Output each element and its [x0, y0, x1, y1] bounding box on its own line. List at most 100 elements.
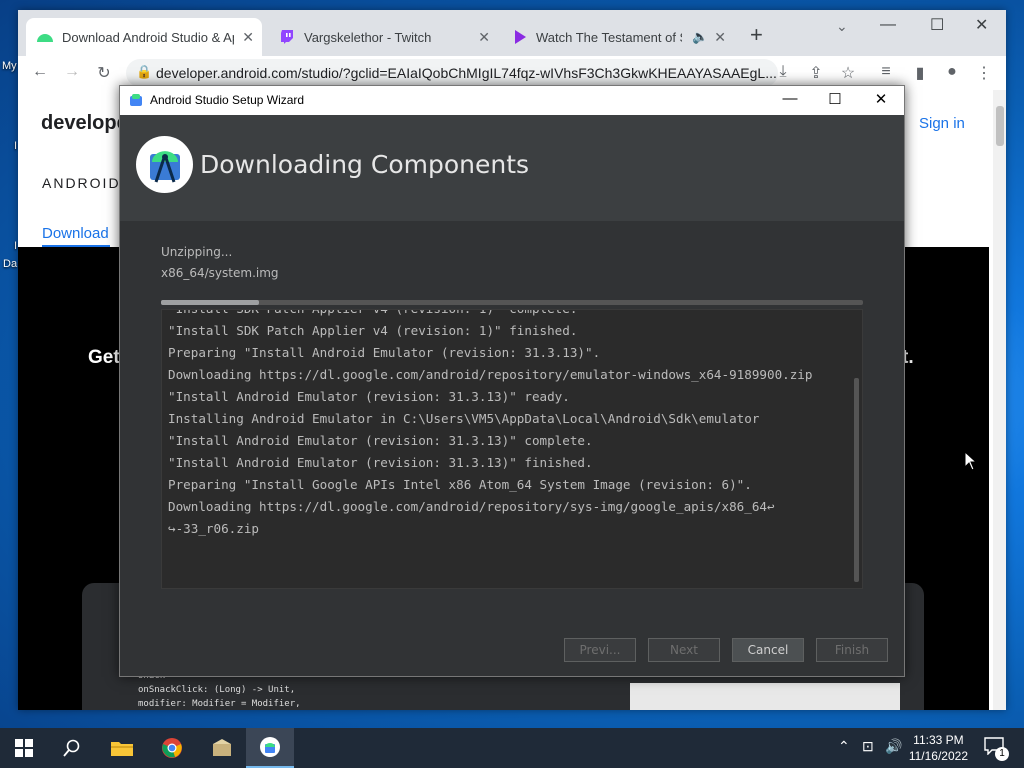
- sign-in-link[interactable]: Sign in: [919, 115, 965, 132]
- page-scrollbar[interactable]: [993, 90, 1006, 710]
- console-line: Installing Android Emulator in C:\Users\…: [168, 411, 760, 426]
- dialog-title: Android Studio Setup Wizard: [150, 93, 305, 107]
- console-line: "Install Android Emulator (revision: 31.…: [168, 433, 593, 448]
- close-icon[interactable]: ✕: [478, 29, 490, 46]
- minimize-icon[interactable]: —: [775, 90, 805, 107]
- close-icon[interactable]: ✕: [242, 29, 254, 46]
- search-icon: [63, 739, 80, 757]
- mouse-cursor-icon: [964, 451, 978, 471]
- dialog-header: Downloading Components: [120, 115, 904, 221]
- tab-strip: Download Android Studio & Ap ✕ Vargskele…: [18, 10, 1006, 56]
- clock-date: 11/16/2022: [908, 749, 968, 763]
- close-icon[interactable]: ✕: [714, 29, 726, 46]
- desktop-icon-label[interactable]: I: [14, 240, 17, 252]
- desktop-icon-label[interactable]: Da: [3, 258, 17, 270]
- download-link[interactable]: Download: [42, 225, 109, 242]
- progress-bar: [161, 300, 863, 305]
- taskbar: ⌃ ⊡ 🔊 11:33 PM 11/16/2022 1: [0, 728, 1024, 768]
- dialog-title-bar[interactable]: Android Studio Setup Wizard — ☐ ✕: [120, 86, 904, 115]
- folder-icon: [111, 742, 133, 756]
- console-line: Downloading https://dl.google.com/androi…: [168, 367, 813, 382]
- console-line: Downloading https://dl.google.com/androi…: [168, 499, 775, 514]
- console-text: "Install SDK Patch Applier v4 (revision:…: [168, 310, 813, 540]
- side-panel-icon[interactable]: ▮: [910, 63, 930, 83]
- code-snippet: onSnackClick: (Long) -> Unit,: [138, 685, 296, 695]
- site-brand[interactable]: develope: [41, 112, 128, 135]
- reload-icon[interactable]: ↻: [94, 63, 114, 83]
- chrome-button[interactable]: [148, 728, 196, 768]
- url-text: developer.android.com/studio/?gclid=EAIa…: [156, 65, 777, 81]
- next-button[interactable]: Next: [648, 638, 720, 662]
- twitch-icon: [281, 29, 293, 44]
- forward-icon[interactable]: →: [62, 63, 82, 81]
- play-icon: [515, 30, 526, 44]
- maximize-icon[interactable]: ☐: [820, 90, 850, 108]
- file-explorer-button[interactable]: [98, 728, 146, 768]
- tab-twitch[interactable]: Vargskelethor - Twitch ✕: [270, 18, 498, 56]
- chevron-up-icon[interactable]: ⌃: [838, 738, 850, 755]
- volume-icon[interactable]: 🔊: [885, 738, 902, 755]
- console-line: "Install Android Emulator (revision: 31.…: [168, 389, 570, 404]
- status-text: Unzipping...: [161, 245, 233, 259]
- chrome-icon: [162, 738, 182, 758]
- search-button[interactable]: [48, 728, 96, 768]
- reading-list-icon[interactable]: ≡: [876, 63, 896, 81]
- tab-android-studio[interactable]: Download Android Studio & Ap ✕: [26, 18, 262, 56]
- scrollbar-thumb[interactable]: [996, 106, 1004, 146]
- setup-wizard-dialog: Android Studio Setup Wizard — ☐ ✕ Downlo…: [119, 85, 905, 677]
- finish-button[interactable]: Finish: [816, 638, 888, 662]
- notification-badge: 1: [995, 747, 1009, 761]
- android-studio-icon: [260, 737, 280, 757]
- tab-title: Download Android Studio & Ap: [62, 29, 234, 45]
- tab-title: Watch The Testament of Sis: [536, 29, 682, 45]
- notification-center-button[interactable]: 1: [984, 737, 1009, 761]
- tab-title: Vargskelethor - Twitch: [304, 29, 432, 45]
- code-snippet: modifier: Modifier = Modifier,: [138, 699, 301, 709]
- app-button[interactable]: [198, 728, 246, 768]
- start-button[interactable]: [0, 728, 48, 768]
- tab-search-icon[interactable]: ⌄: [836, 18, 848, 35]
- nav-label[interactable]: ANDROID: [42, 175, 121, 191]
- dialog-body: Unzipping... x86_64/system.img "Install …: [120, 221, 904, 676]
- console-line: "Install Android Emulator (revision: 31.…: [168, 455, 593, 470]
- android-studio-taskbar-button[interactable]: [246, 728, 294, 768]
- new-tab-button[interactable]: +: [750, 22, 763, 48]
- android-studio-icon: [130, 94, 142, 106]
- progress-fill: [161, 300, 260, 305]
- emulator-preview: [630, 683, 900, 710]
- console-line: "Install SDK Patch Applier v4 (revision:…: [168, 323, 578, 338]
- console-output[interactable]: "Install SDK Patch Applier v4 (revision:…: [161, 309, 863, 589]
- menu-icon[interactable]: ⋮: [974, 63, 994, 83]
- share-icon[interactable]: ⇪: [806, 63, 826, 83]
- package-icon: [213, 739, 231, 756]
- install-icon[interactable]: ⤓: [773, 63, 793, 81]
- back-icon[interactable]: ←: [30, 63, 50, 81]
- console-line: Preparing "Install Google APIs Intel x86…: [168, 477, 752, 492]
- desktop-icon-label[interactable]: I: [14, 140, 17, 152]
- clock-time: 11:33 PM: [913, 733, 964, 747]
- address-bar[interactable]: 🔒 developer.android.com/studio/?gclid=EA…: [126, 59, 778, 87]
- console-line: ↪-33_r06.zip: [168, 521, 259, 536]
- tab-watch[interactable]: Watch The Testament of Sis 🔈 ✕: [504, 18, 734, 56]
- bookmark-star-icon[interactable]: ☆: [838, 63, 858, 83]
- hero-text: Get: [88, 347, 120, 368]
- header-title: Downloading Components: [200, 150, 530, 179]
- lock-icon: 🔒: [136, 64, 153, 79]
- maximize-icon[interactable]: ☐: [930, 15, 944, 35]
- speaker-icon[interactable]: 🔈: [692, 29, 708, 45]
- console-line: "Install SDK Patch Applier v4 (revision:…: [168, 310, 812, 320]
- close-window-icon[interactable]: ✕: [975, 15, 988, 35]
- windows-icon: [15, 739, 33, 757]
- minimize-icon[interactable]: —: [880, 16, 896, 34]
- system-clock[interactable]: 11:33 PM 11/16/2022: [909, 732, 968, 764]
- previous-button[interactable]: Previ...: [564, 638, 636, 662]
- network-icon[interactable]: ⊡: [862, 738, 874, 755]
- cancel-button[interactable]: Cancel: [732, 638, 804, 662]
- console-line: Preparing "Install Android Emulator (rev…: [168, 345, 601, 360]
- android-icon: [37, 34, 53, 42]
- close-icon[interactable]: ✕: [866, 90, 896, 108]
- android-studio-logo: [136, 136, 193, 193]
- desktop-icon-label[interactable]: My: [2, 60, 17, 72]
- profile-icon[interactable]: ●: [942, 63, 962, 81]
- console-scrollbar-thumb[interactable]: [854, 378, 859, 582]
